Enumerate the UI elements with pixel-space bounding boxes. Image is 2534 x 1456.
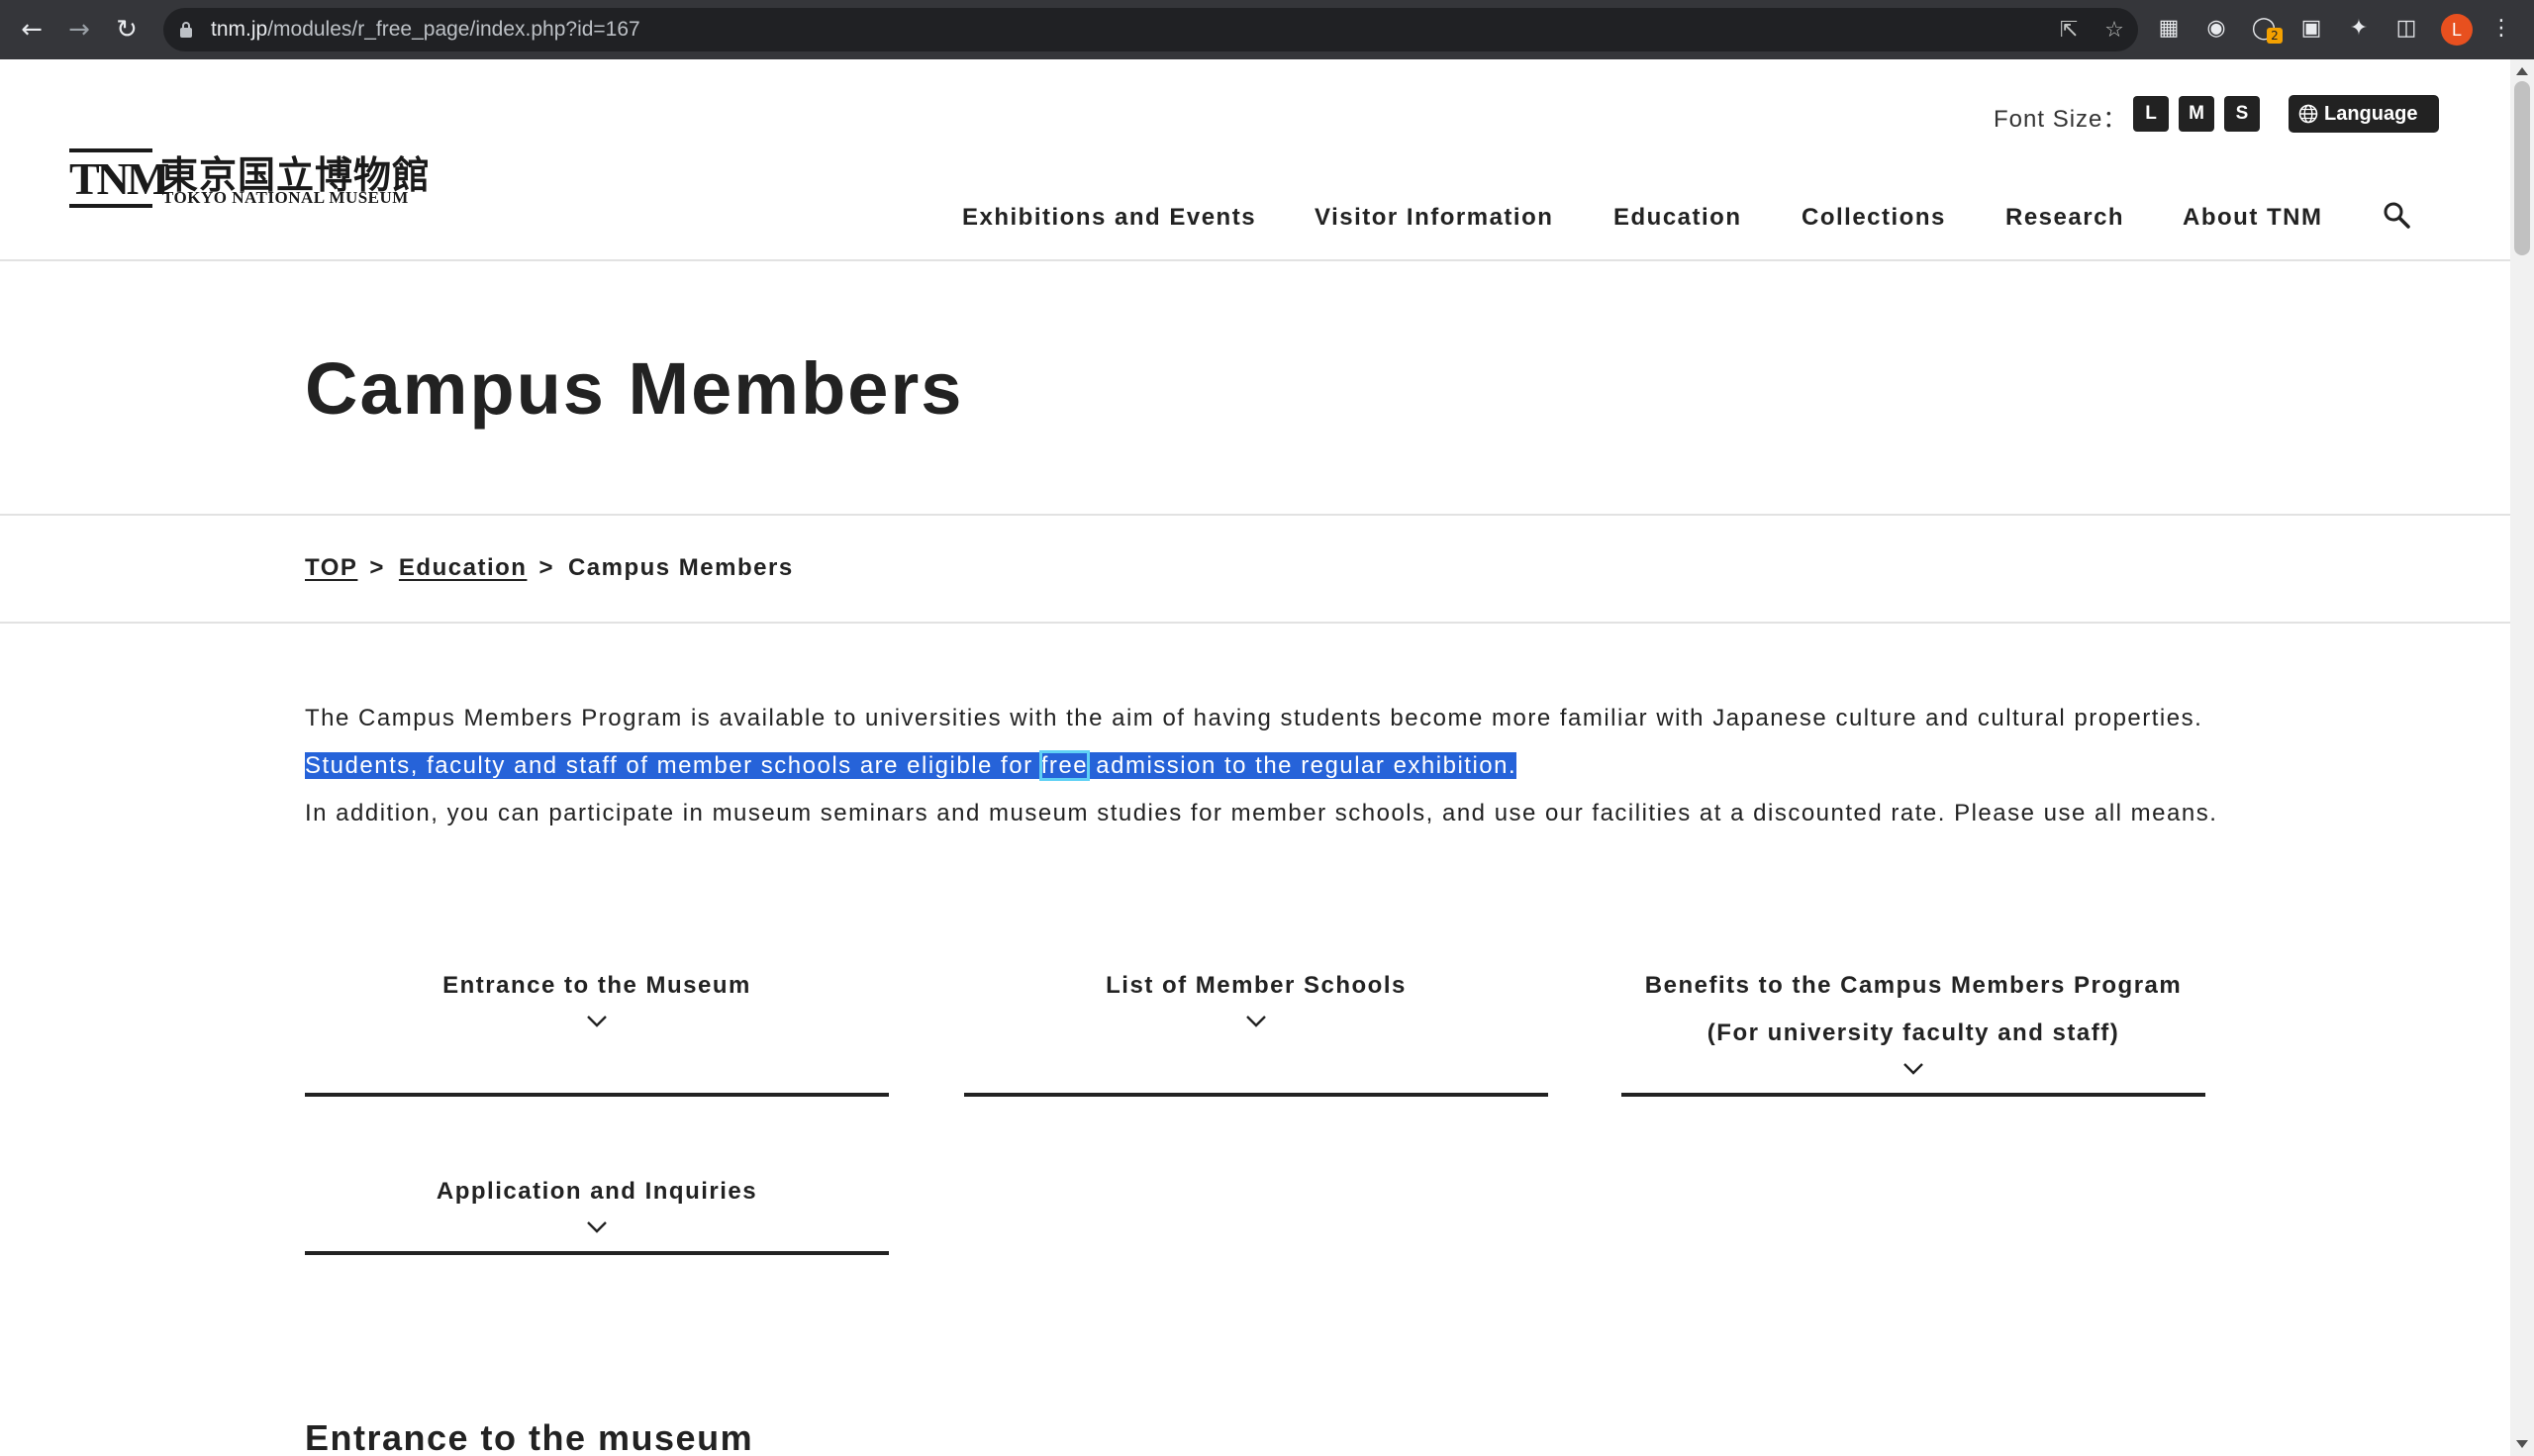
breadcrumb-current: Campus Members — [567, 554, 794, 581]
nav-visitor-information[interactable]: Visitor Information — [1315, 204, 1553, 232]
lock-icon — [180, 22, 192, 38]
breadcrumb-top-link[interactable]: TOP — [305, 554, 357, 581]
anchor-benefits-campus-members[interactable]: Benefits to the Campus Members Program (… — [1621, 962, 2205, 1097]
profile-avatar[interactable]: L — [2441, 14, 2473, 46]
scroll-thumb[interactable] — [2514, 81, 2530, 255]
font-size-label: Font Size： — [1994, 106, 2128, 133]
logo-english: TOKYO NATIONAL MUSEUM — [162, 188, 409, 207]
chevron-down-icon — [1903, 1063, 1923, 1075]
nav-research[interactable]: Research — [2005, 204, 2124, 232]
cookie-icon[interactable]: ◉ — [2201, 14, 2231, 44]
anchor-list-of-member-schools[interactable]: List of Member Schools — [964, 962, 1548, 1097]
nav-education[interactable]: Education — [1613, 204, 1742, 232]
language-button[interactable]: Language — [2289, 95, 2439, 133]
puzzle-icon[interactable]: ✦ — [2344, 14, 2374, 44]
page-scrollbar[interactable] — [2510, 59, 2534, 1456]
logo-mark: TNM — [69, 148, 169, 208]
selected-text-before: Students, faculty and staff of member sc… — [305, 752, 1041, 779]
scroll-down-icon[interactable] — [2516, 1440, 2528, 1448]
breadcrumb-separator: > — [369, 554, 385, 581]
browser-toolbar: ← → ↻ tnm.jp/modules/r_free_page/index.p… — [0, 0, 2534, 59]
intro-paragraph-2: Students, faculty and staff of member sc… — [305, 742, 2225, 790]
star-icon[interactable]: ☆ — [2101, 18, 2127, 44]
search-icon[interactable] — [2382, 200, 2411, 230]
anchor-label: Entrance to the Museum — [442, 972, 751, 999]
nav-about-tnm[interactable]: About TNM — [2183, 204, 2322, 232]
url-text[interactable]: tnm.jp/modules/r_free_page/index.php?id=… — [211, 8, 640, 51]
breadcrumb-education-link[interactable]: Education — [399, 554, 528, 581]
extension-badge: 2 — [2267, 28, 2283, 44]
font-size-m-button[interactable]: M — [2179, 96, 2214, 132]
qr-icon[interactable]: ▦ — [2154, 14, 2184, 44]
selected-word-free: free — [1038, 750, 1091, 781]
breadcrumb: TOP > Education > Campus Members — [305, 554, 794, 582]
section-heading-entrance: Entrance to the museum — [305, 1417, 754, 1456]
anchor-entrance-to-the-museum[interactable]: Entrance to the Museum — [305, 962, 889, 1097]
font-size-s-button[interactable]: S — [2224, 96, 2260, 132]
reader-icon[interactable]: ▣ — [2296, 14, 2326, 44]
page-title: Campus Members — [305, 347, 964, 430]
back-icon[interactable]: ← — [16, 14, 48, 46]
tnm-logo[interactable]: TNM 東京国立博物館 TOKYO NATIONAL MUSEUM — [69, 148, 430, 210]
anchor-application-and-inquiries[interactable]: Application and Inquiries — [305, 1168, 889, 1255]
chevron-down-icon — [1246, 1016, 1266, 1027]
forward-icon[interactable]: → — [63, 14, 95, 46]
selected-text: Students, faculty and staff of member sc… — [305, 750, 1517, 781]
globe-icon — [2298, 104, 2318, 124]
language-label: Language — [2324, 103, 2418, 125]
font-size-l-button[interactable]: L — [2133, 96, 2169, 132]
share-icon[interactable]: ⇱ — [2056, 18, 2082, 44]
anchor-label: Application and Inquiries — [436, 1178, 758, 1205]
reload-icon[interactable]: ↻ — [111, 14, 143, 46]
intro-paragraph-1: The Campus Members Program is available … — [305, 705, 2203, 731]
breadcrumb-separator: > — [538, 554, 554, 581]
chevron-down-icon — [587, 1221, 607, 1233]
nav-collections[interactable]: Collections — [1802, 204, 1946, 232]
extension-icon[interactable]: ◯ 2 — [2249, 14, 2283, 44]
address-bar[interactable]: tnm.jp/modules/r_free_page/index.php?id=… — [163, 8, 2138, 51]
divider — [0, 514, 2510, 516]
nav-exhibitions-and-events[interactable]: Exhibitions and Events — [962, 204, 1256, 232]
sidepanel-icon[interactable]: ◫ — [2391, 14, 2421, 44]
chevron-down-icon — [587, 1016, 607, 1027]
more-icon[interactable]: ⋮ — [2486, 14, 2516, 44]
anchor-label: List of Member Schools — [1106, 972, 1407, 999]
intro-text: The Campus Members Program is available … — [305, 695, 2225, 837]
selected-text-after: admission to the regular exhibition. — [1088, 752, 1517, 779]
anchor-label: Benefits to the Campus Members Program (… — [1644, 972, 2183, 1046]
divider — [0, 622, 2510, 624]
site-header: TNM 東京国立博物館 TOKYO NATIONAL MUSEUM Font S… — [0, 59, 2510, 261]
scroll-up-icon[interactable] — [2516, 67, 2528, 75]
intro-paragraph-3: In addition, you can participate in muse… — [305, 800, 2218, 826]
